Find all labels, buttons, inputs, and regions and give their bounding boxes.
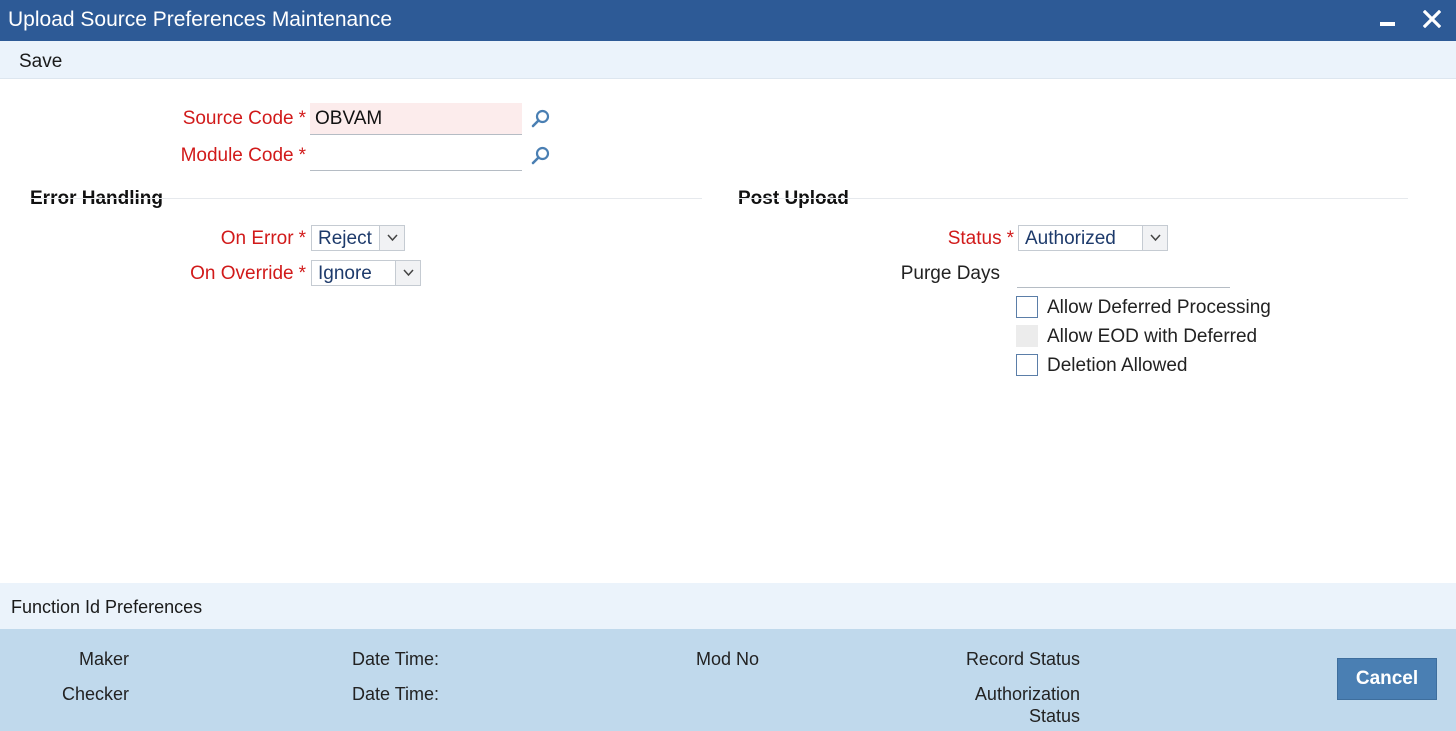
allow-deferred-processing-checkbox[interactable] <box>1016 296 1038 318</box>
audit-footer: Maker Checker Date Time: Date Time: Mod … <box>0 629 1456 731</box>
checker-date-time-label: Date Time: <box>352 684 440 704</box>
maker-date-time-label: Date Time: <box>352 649 440 669</box>
module-code-label-text: Module Code <box>180 145 294 166</box>
on-override-label-text: On Override <box>190 263 294 284</box>
on-error-select[interactable]: Reject <box>311 225 405 251</box>
on-error-label-text: On Error <box>220 228 294 249</box>
window-title: Upload Source Preferences Maintenance <box>8 8 393 31</box>
source-code-input[interactable] <box>310 103 522 135</box>
on-override-select[interactable]: Ignore <box>311 260 421 286</box>
module-code-label: Module Code * <box>120 145 306 167</box>
on-override-label: On Override * <box>120 263 306 285</box>
chevron-down-icon[interactable] <box>395 261 420 285</box>
source-code-label: Source Code * <box>120 108 306 130</box>
chevron-down-icon[interactable] <box>1142 226 1167 250</box>
authorization-status-label-line2: Status <box>1028 706 1080 726</box>
maker-label: Maker <box>78 649 129 669</box>
allow-deferred-processing-label: Allow Deferred Processing <box>1047 297 1271 318</box>
section-divider <box>30 198 702 199</box>
purge-days-label: Purge Days <box>900 263 1000 284</box>
status-value: Authorized <box>1025 228 1116 249</box>
title-bar: Upload Source Preferences Maintenance <box>0 0 1456 41</box>
required-marker: * <box>1006 228 1014 249</box>
chevron-down-icon[interactable] <box>379 226 404 250</box>
cancel-button[interactable]: Cancel <box>1337 658 1437 700</box>
mod-no-label: Mod No <box>696 649 760 669</box>
status-label-text: Status <box>947 228 1002 249</box>
allow-eod-with-deferred-checkbox <box>1016 325 1038 347</box>
function-id-preferences-link[interactable]: Function Id Preferences <box>11 597 202 618</box>
section-divider <box>738 198 1408 199</box>
post-upload-heading: Post Upload <box>738 188 849 209</box>
purge-days-input[interactable] <box>1017 256 1230 288</box>
toolbar: Save <box>0 41 1456 79</box>
on-error-value: Reject <box>318 228 372 249</box>
search-icon[interactable] <box>530 145 552 167</box>
source-code-label-text: Source Code <box>182 108 294 129</box>
module-code-input[interactable] <box>310 139 522 171</box>
status-select[interactable]: Authorized <box>1018 225 1168 251</box>
close-icon[interactable] <box>1420 6 1444 32</box>
record-status-label: Record Status <box>965 649 1080 669</box>
required-marker: * <box>298 263 306 284</box>
deletion-allowed-checkbox[interactable] <box>1016 354 1038 376</box>
minimize-icon[interactable] <box>1376 6 1400 32</box>
checker-label: Checker <box>61 684 129 704</box>
on-error-label: On Error * <box>120 228 306 250</box>
status-label: Status * <box>820 228 1014 250</box>
required-marker: * <box>298 108 306 129</box>
error-handling-heading: Error Handling <box>30 188 164 209</box>
allow-eod-with-deferred-label: Allow EOD with Deferred <box>1047 326 1258 347</box>
search-icon[interactable] <box>530 108 552 130</box>
required-marker: * <box>298 145 306 166</box>
on-override-value: Ignore <box>318 263 372 284</box>
save-button[interactable]: Save <box>19 51 62 73</box>
required-marker: * <box>298 228 306 249</box>
deletion-allowed-label: Deletion Allowed <box>1047 355 1188 376</box>
subsection-bar: Function Id Preferences <box>0 583 1456 629</box>
authorization-status-label-line1: Authorization <box>974 684 1080 704</box>
